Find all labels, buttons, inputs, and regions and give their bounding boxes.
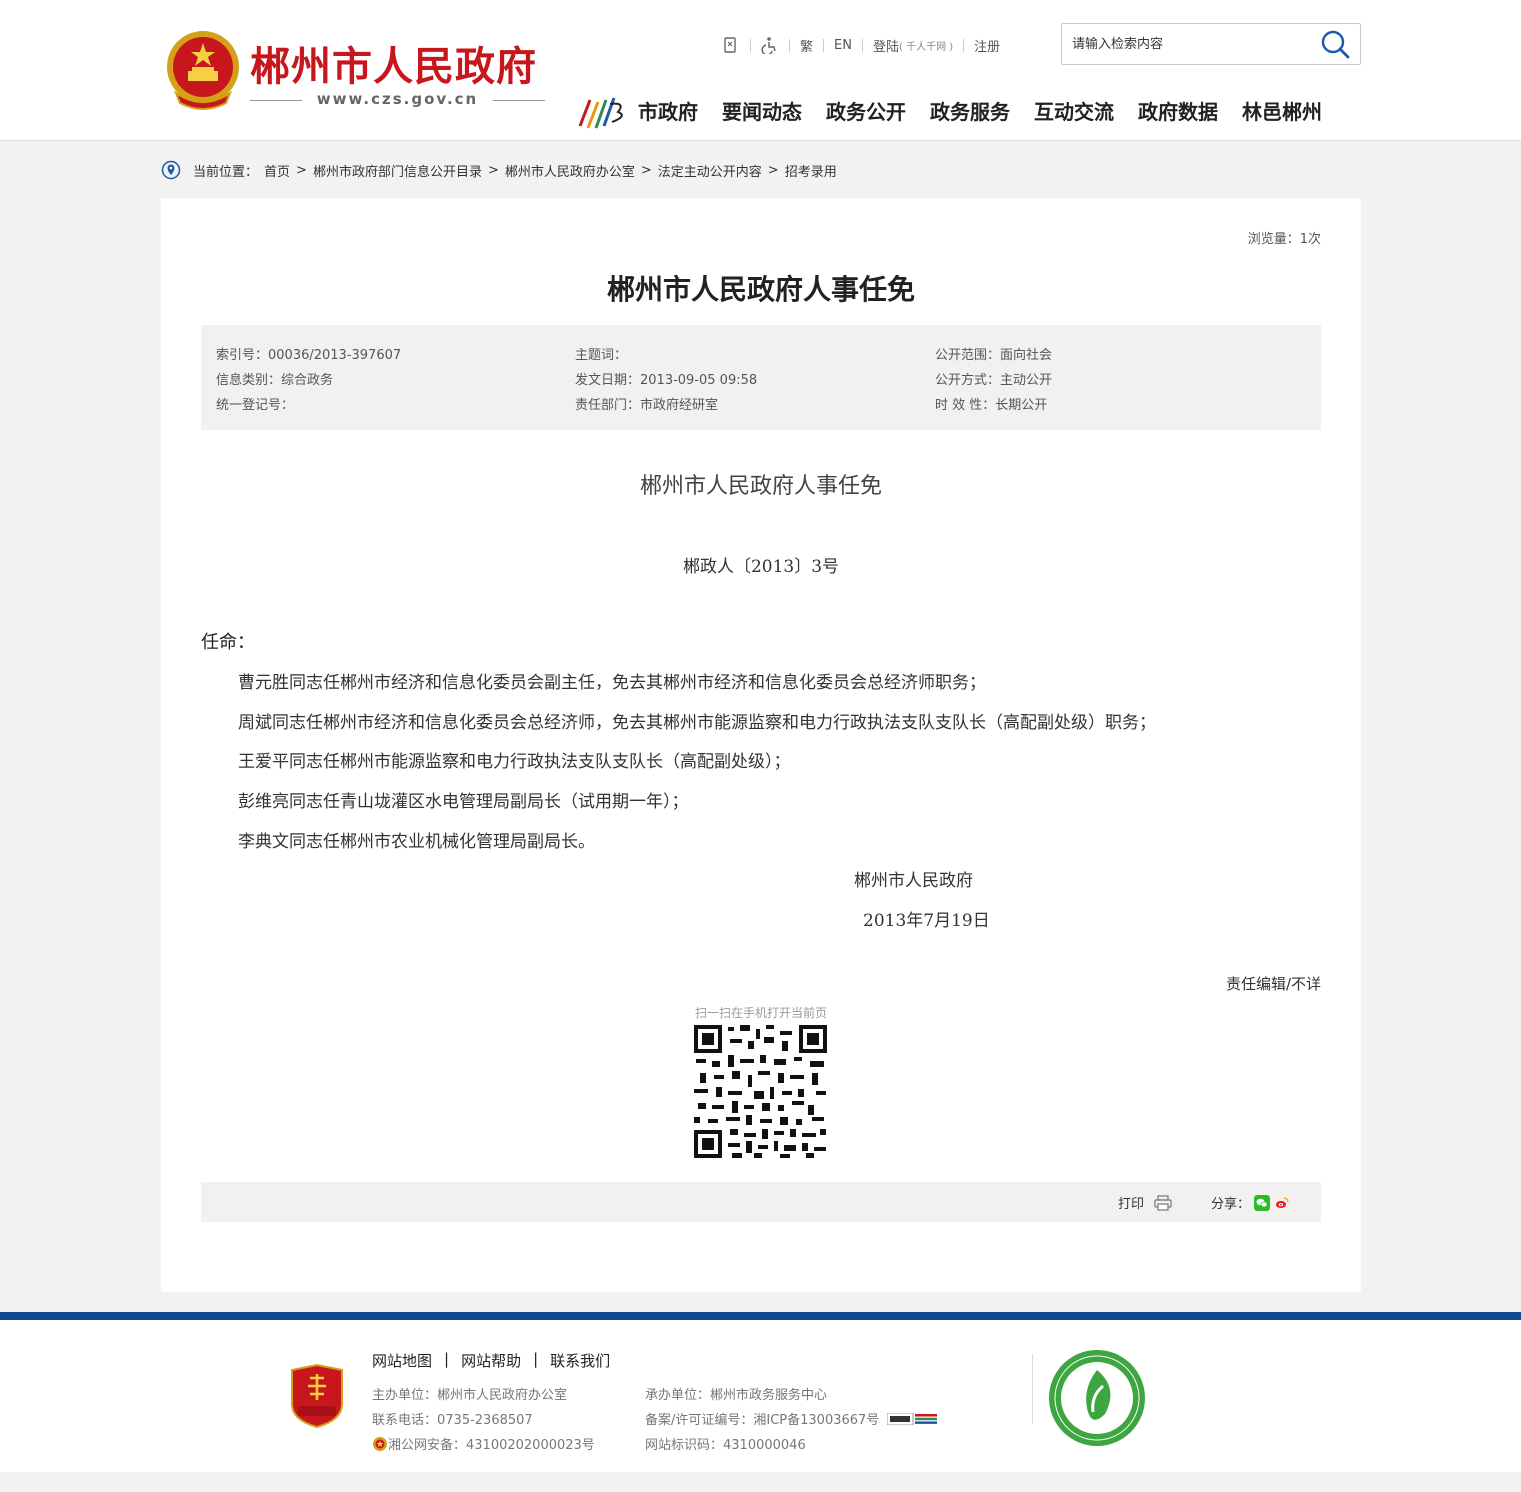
footer-operator: 承办单位：郴州市政务服务中心 xyxy=(645,1388,828,1403)
search-box xyxy=(1061,23,1361,65)
nav-item-news[interactable]: 要闻动态 xyxy=(722,96,802,128)
breadcrumb-item-office[interactable]: 郴州市人民政府办公室 xyxy=(505,161,635,180)
police-badge-icon xyxy=(373,1436,387,1451)
meta-category: 信息类别：综合政务 xyxy=(216,373,334,388)
breadcrumb-separator: > xyxy=(640,162,652,178)
top-links: 繁 EN 登陆 ( 千人千网 ) 注册 xyxy=(722,35,1000,55)
responsible-editor: 责任编辑/不详 xyxy=(1225,975,1321,993)
icp-text: 备案/许可证编号：湘ICP备13003667号 xyxy=(645,1413,880,1428)
view-count: 浏览量：1次 xyxy=(1247,232,1321,247)
nav-item-city-government[interactable]: 市政府 xyxy=(638,96,698,128)
meta-scope: 公开范围：面向社会 xyxy=(935,348,1053,363)
appointment-item: 周斌同志任郴州市经济和信息化委员会总经济师，免去其郴州市能源监察和电力行政执法支… xyxy=(238,713,1156,733)
breadcrumb-item-directory[interactable]: 郴州市政府部门信息公开目录 xyxy=(313,161,482,180)
metadata-table: 索引号：00036/2013-397607 主题词： 公开范围：面向社会 信息类… xyxy=(201,325,1321,430)
qr-caption: 扫一扫在手机打开当前页 xyxy=(694,1006,827,1020)
search-icon[interactable] xyxy=(1320,29,1350,59)
nav-item-public-affairs[interactable]: 政务公开 xyxy=(826,96,906,128)
accessibility-icon[interactable] xyxy=(761,36,779,54)
breadcrumb: 当前位置： 首页 > 郴州市政府部门信息公开目录 > 郴州市人民政府办公室 > … xyxy=(161,158,837,182)
footer-link-contact[interactable]: 联系我们 xyxy=(550,1350,610,1371)
login-note: ( 千人千网 ) xyxy=(898,41,954,53)
meta-dept: 责任部门：市政府经研室 xyxy=(575,398,719,413)
nav-item-linyi-chenzhou[interactable]: 林邑郴州 xyxy=(1242,96,1322,128)
register-link[interactable]: 注册 xyxy=(974,36,1000,55)
login-link[interactable]: 登陆 xyxy=(873,36,899,55)
site-domain: www.czs.gov.cn xyxy=(316,90,479,108)
separator: | xyxy=(533,1350,539,1368)
footer-phone: 联系电话：0735-2368507 xyxy=(372,1413,533,1428)
national-emblem-icon xyxy=(167,31,239,110)
meta-date: 发文日期：2013-09-05 09:58 xyxy=(575,373,758,388)
print-label: 打印 xyxy=(1118,1197,1145,1212)
separator xyxy=(789,38,790,52)
print-button[interactable]: 打印 xyxy=(1118,1193,1172,1212)
article-panel: 浏览量：1次 郴州市人民政府人事任免 索引号：00036/2013-397607… xyxy=(161,198,1361,1292)
separator xyxy=(750,38,751,52)
meta-index-no: 索引号：00036/2013-397607 xyxy=(216,348,402,363)
breadcrumb-separator: > xyxy=(296,162,307,178)
breadcrumb-item-home[interactable]: 首页 xyxy=(264,161,290,180)
party-government-badge-icon[interactable] xyxy=(290,1364,344,1428)
search-input[interactable] xyxy=(1062,24,1312,64)
mobile-icon[interactable] xyxy=(722,36,740,54)
breadcrumb-item-recruitment[interactable]: 招考录用 xyxy=(785,161,837,180)
english-link[interactable]: EN xyxy=(834,38,852,53)
share-label: 分享： xyxy=(1211,1197,1251,1212)
sign-date: 2013年7月19日 xyxy=(863,911,990,931)
qr-code-icon xyxy=(694,1025,827,1158)
site-domain-line: www.czs.gov.cn xyxy=(250,90,545,110)
appointment-item: 曹元胜同志任郴州市经济和信息化委员会副主任，免去其郴州市经济和信息化委员会总经济… xyxy=(238,673,986,693)
share-area: 分享： xyxy=(1211,1193,1291,1212)
city-logo-icon xyxy=(578,97,623,129)
site-header: 郴州市人民政府 www.czs.gov.cn 繁 EN 登陆 ( 千人千网 ) … xyxy=(0,0,1521,141)
article-toolbar: 打印 分享： xyxy=(201,1182,1321,1222)
bottom-strip xyxy=(0,1472,1521,1492)
traditional-chinese-link[interactable]: 繁 xyxy=(800,36,813,55)
footer-site-id: 网站标识码：4310000046 xyxy=(645,1438,806,1453)
document-title: 郴州市人民政府人事任免 xyxy=(639,474,882,499)
nav-item-data[interactable]: 政府数据 xyxy=(1138,96,1218,128)
footer-links: 网站地图 | 网站帮助 | 联系我们 xyxy=(372,1350,610,1371)
separator xyxy=(823,38,825,52)
appointment-item: 王爱平同志任郴州市能源监察和电力行政执法支队支队长（高配副处级）； xyxy=(238,752,791,772)
wechat-icon[interactable] xyxy=(1254,1194,1271,1211)
breadcrumb-label: 当前位置： xyxy=(193,164,259,180)
meta-reg-no: 统一登记号： xyxy=(216,398,295,413)
site-footer: 网站地图 | 网站帮助 | 联系我们 主办单位：郴州市人民政府办公室 联系电话：… xyxy=(0,1312,1521,1472)
footer-divider xyxy=(1032,1354,1033,1424)
weibo-icon[interactable] xyxy=(1274,1194,1291,1211)
meta-keywords: 主题词： xyxy=(575,348,628,363)
separator xyxy=(963,38,965,52)
footer-sponsor: 主办单位：郴州市人民政府办公室 xyxy=(372,1388,568,1403)
breadcrumb-separator: > xyxy=(767,162,779,178)
footer-link-sitemap[interactable]: 网站地图 xyxy=(372,1350,432,1371)
signature: 郴州市人民政府 xyxy=(854,871,973,891)
nav-item-interaction[interactable]: 互动交流 xyxy=(1034,96,1114,128)
separator xyxy=(861,38,863,52)
police-record-text: 湘公网安备：43100202000023号 xyxy=(388,1438,595,1453)
site-title[interactable]: 郴州市人民政府 xyxy=(250,34,537,92)
footer-icp[interactable]: 备案/许可证编号：湘ICP备13003667号 xyxy=(645,1409,938,1428)
meta-method: 公开方式：主动公开 xyxy=(935,373,1053,388)
breadcrumb-item-statutory[interactable]: 法定主动公开内容 xyxy=(658,161,762,180)
printer-icon xyxy=(1154,1194,1172,1211)
meta-validity: 时 效 性：长期公开 xyxy=(935,398,1048,413)
separator: | xyxy=(444,1350,450,1368)
appointment-item: 彭维亮同志任青山垅灌区水电管理局副局长（试用期一年）； xyxy=(238,792,689,812)
location-pin-icon xyxy=(161,160,181,180)
cnzz-badge-icon xyxy=(887,1412,938,1425)
nav-item-services[interactable]: 政务服务 xyxy=(930,96,1010,128)
article-title: 郴州市人民政府人事任免 xyxy=(606,273,915,306)
appointment-item: 李典文同志任郴州市农业机械化管理局副局长。 xyxy=(238,832,595,852)
appoint-label: 任命： xyxy=(201,632,255,653)
document-number: 郴政人〔2013〕3号 xyxy=(682,557,840,577)
main-nav: 市政府 要闻动态 政务公开 政务服务 互动交流 政府数据 林邑郴州 xyxy=(638,96,1322,128)
civilized-website-seal-icon[interactable] xyxy=(1047,1348,1147,1448)
footer-police-record[interactable]: 湘公网安备：43100202000023号 xyxy=(372,1434,595,1453)
breadcrumb-separator: > xyxy=(487,162,499,178)
footer-link-help[interactable]: 网站帮助 xyxy=(461,1350,521,1371)
